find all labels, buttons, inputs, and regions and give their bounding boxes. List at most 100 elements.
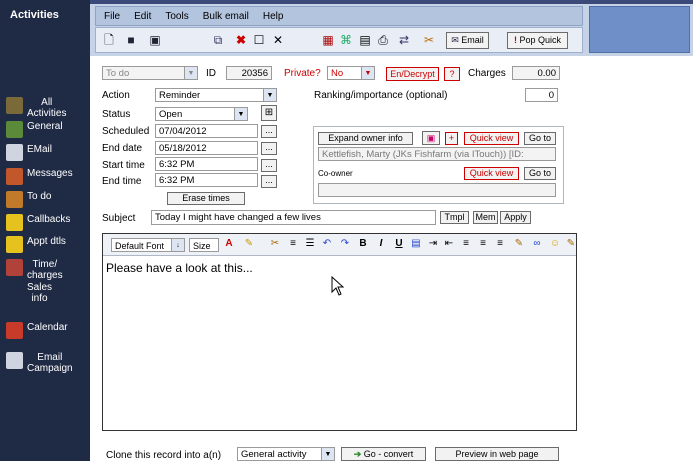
menu-bar: File Edit Tools Bulk email Help — [95, 6, 583, 26]
clone-type-select[interactable]: General activity ▼ — [237, 447, 335, 461]
id-label: ID — [206, 68, 216, 79]
ranking-label: Ranking/importance (optional) — [314, 90, 448, 101]
sidebar-item-calendar[interactable]: Calendar — [6, 322, 68, 339]
owner-go-to-button[interactable]: Go to — [524, 132, 556, 145]
sidebar-item-todo[interactable]: To do — [6, 191, 51, 208]
undo-icon[interactable]: ↶ — [321, 238, 333, 250]
sidebar-item-label: EMail — [27, 144, 53, 155]
bullet-list-icon[interactable]: ☰ — [304, 238, 316, 250]
size-select[interactable]: Size — [189, 238, 219, 252]
memo-button[interactable]: Mem — [473, 211, 498, 224]
action-select[interactable]: Reminder ▼ — [155, 88, 277, 102]
coowner-go-to-button[interactable]: Go to — [524, 167, 556, 180]
end-time-picker-button[interactable]: ... — [261, 175, 277, 188]
end-time-field[interactable]: 6:32 PM — [155, 173, 258, 187]
bold-icon[interactable]: B — [357, 238, 369, 250]
activity-type-select[interactable]: To do ▼ — [102, 66, 198, 80]
sidebar-item-label: Callbacks — [27, 214, 71, 225]
sidebar-item-document[interactable]: General — [6, 121, 63, 138]
pop-quick-button[interactable]: ! Pop Quick — [507, 32, 568, 49]
print-icon[interactable]: ⎙ — [376, 33, 390, 47]
new-document-icon[interactable]: 🗋 — [102, 33, 116, 47]
owner-field[interactable]: Kettlefish, Marty (JKs Fishfarm (via ITo… — [318, 147, 556, 161]
image-icon[interactable]: ▤ — [410, 238, 422, 250]
align-right-icon[interactable]: ≡ — [494, 238, 506, 250]
template-button[interactable]: Tmpl — [440, 211, 469, 224]
font-color-icon[interactable]: A — [223, 238, 235, 250]
size-value: Size — [193, 241, 211, 251]
owner-quick-view-button[interactable]: Quick view — [464, 132, 519, 145]
sidebar-item-list[interactable]: All Activities — [6, 97, 66, 119]
attach-icon[interactable]: ⌘ — [339, 33, 353, 47]
menu-help[interactable]: Help — [263, 11, 284, 22]
indent-icon[interactable]: ⇥ — [427, 238, 439, 250]
apply-button[interactable]: Apply — [500, 211, 531, 224]
preview-web-button[interactable]: Preview in web page — [435, 447, 559, 461]
tools-icon[interactable]: ✂ — [422, 33, 436, 47]
status-value: Open — [159, 109, 183, 120]
highlight-icon[interactable]: ✎ — [243, 238, 255, 250]
align-center-icon[interactable]: ≡ — [477, 238, 489, 250]
sidebar-item-callbacks[interactable]: Callbacks — [6, 214, 70, 231]
menu-bulk-email[interactable]: Bulk email — [203, 11, 249, 22]
menu-tools[interactable]: Tools — [165, 11, 188, 22]
font-select[interactable]: Default Font ↓ — [111, 238, 185, 252]
underline-icon[interactable]: U — [393, 238, 405, 250]
status-options-icon[interactable]: ⊞ — [261, 105, 277, 121]
expand-owner-button[interactable]: Expand owner info — [318, 132, 413, 145]
menu-edit[interactable]: Edit — [134, 11, 151, 22]
delete-icon[interactable]: ✖ — [234, 33, 248, 47]
clone-type-value: General activity — [241, 449, 307, 460]
end-date-picker-button[interactable]: ... — [261, 142, 277, 155]
italic-icon[interactable]: I — [375, 238, 387, 250]
endecrypt-button[interactable]: En/Decrypt — [386, 67, 439, 81]
sidebar-item-email[interactable]: EMail — [6, 144, 52, 161]
private-select[interactable]: No ▼ — [327, 66, 375, 80]
sidebar-item-dollar[interactable]: Sales info — [6, 282, 52, 304]
help-button[interactable]: ? — [444, 67, 460, 81]
ranking-field[interactable]: 0 — [525, 88, 558, 102]
email-button[interactable]: ✉ Email — [446, 32, 489, 49]
outdent-icon[interactable]: ⇤ — [443, 238, 455, 250]
edit-html-icon[interactable]: ✎ — [513, 238, 525, 250]
save-icon[interactable]: ■ — [124, 33, 138, 47]
redo-icon[interactable]: ↷ — [339, 238, 351, 250]
sidebar-item-campaign[interactable]: Email Campaign — [6, 352, 73, 374]
link-icon[interactable]: ∞ — [531, 238, 543, 250]
sidebar-item-appointment[interactable]: Appt dtls — [6, 236, 66, 253]
scheduled-field[interactable]: 07/04/2012 — [155, 124, 258, 138]
coowner-quick-view-button[interactable]: Quick view — [464, 167, 519, 180]
start-time-field[interactable]: 6:32 PM — [155, 157, 258, 171]
grid-icon[interactable]: ▦ — [321, 33, 335, 47]
owner-card-icon[interactable]: ▣ — [422, 131, 440, 145]
erase-times-button[interactable]: Erase times — [167, 192, 245, 205]
numbered-list-icon[interactable]: ≡ — [287, 238, 299, 250]
charges-field[interactable]: 0.00 — [512, 66, 560, 80]
header-panel — [589, 6, 690, 53]
align-left-icon[interactable]: ≡ — [460, 238, 472, 250]
sidebar-item-label: Email Campaign — [27, 352, 73, 374]
start-time-picker-button[interactable]: ... — [261, 159, 277, 172]
go-convert-button[interactable]: ➔ Go - convert — [341, 447, 426, 461]
cut-icon[interactable]: ✂ — [269, 238, 281, 250]
coowner-field[interactable] — [318, 183, 556, 197]
save-close-icon[interactable]: ▣ — [148, 33, 162, 47]
checkbox-icon[interactable]: ☐ — [252, 33, 266, 47]
close-icon[interactable]: ✕ — [271, 33, 285, 47]
subject-field[interactable]: Today I might have changed a few lives — [151, 210, 436, 225]
sidebar-item-label: Calendar — [27, 322, 68, 333]
menu-file[interactable]: File — [104, 11, 120, 22]
status-select[interactable]: Open ▼ — [155, 107, 248, 121]
end-date-field[interactable]: 05/18/2012 — [155, 141, 258, 155]
notes-icon[interactable]: ▤ — [358, 33, 372, 47]
sidebar-item-time[interactable]: Time/ charges — [6, 259, 63, 281]
sync-icon[interactable]: ⇄ — [397, 33, 411, 47]
copy-icon[interactable]: ⧉ — [211, 33, 225, 47]
sidebar-item-label: Sales info — [27, 282, 53, 304]
editor-body[interactable]: Please have a look at this... — [106, 261, 253, 275]
add-owner-button[interactable]: + — [445, 132, 458, 145]
sidebar-item-messages[interactable]: Messages — [6, 168, 73, 185]
clean-icon[interactable]: ✎ — [565, 238, 577, 250]
scheduled-picker-button[interactable]: ... — [261, 125, 277, 138]
smiley-icon[interactable]: ☺ — [549, 238, 561, 250]
